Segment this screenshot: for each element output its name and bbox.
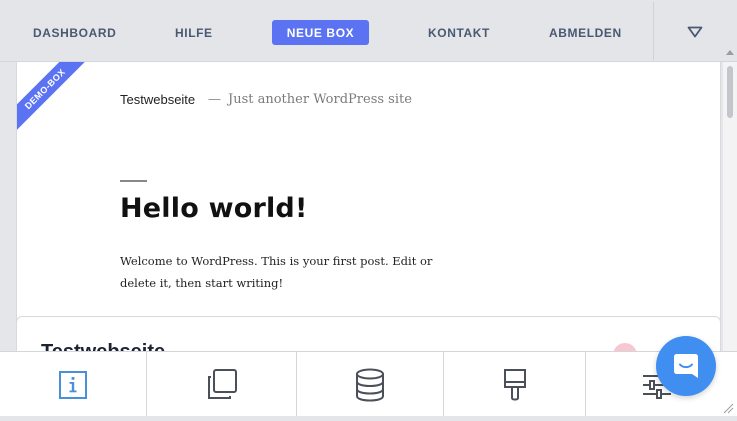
- nav-abmelden[interactable]: ABMELDEN: [549, 26, 622, 40]
- post-title[interactable]: Hello world!: [120, 193, 307, 224]
- scrollbar-thumb[interactable]: [727, 66, 733, 118]
- site-separator: —: [208, 92, 221, 107]
- scroll-up-arrow-icon[interactable]: [726, 50, 734, 55]
- tool-design-button[interactable]: [444, 352, 586, 417]
- resize-grip-icon[interactable]: [722, 402, 734, 414]
- nav-dropdown-toggle[interactable]: [682, 22, 708, 42]
- paint-brush-icon: [503, 368, 526, 400]
- new-box-button[interactable]: NEUE BOX: [272, 20, 369, 45]
- nav-dashboard[interactable]: DASHBOARD: [33, 26, 116, 40]
- bottom-edge: [0, 416, 737, 421]
- nav-divider: [653, 2, 654, 60]
- post-body: Welcome to WordPress. This is your first…: [120, 254, 433, 290]
- site-title[interactable]: Testwebseite: [120, 92, 195, 107]
- copy-icon: [207, 368, 237, 399]
- tool-info-button[interactable]: [0, 352, 147, 417]
- demo-ribbon-label: DEMO-BOX: [17, 62, 87, 131]
- top-navigation: DASHBOARD HILFE NEUE BOX KONTAKT ABMELDE…: [0, 0, 737, 62]
- triangle-down-icon: [687, 26, 703, 38]
- bottom-toolbar: [0, 351, 737, 417]
- nav-kontakt[interactable]: KONTAKT: [428, 26, 490, 40]
- tool-copy-button[interactable]: [147, 352, 297, 417]
- demo-ribbon: DEMO-BOX: [17, 62, 87, 132]
- website-preview: DEMO-BOX Testwebseite — Just another Wor…: [16, 62, 721, 351]
- post-divider: [120, 180, 147, 182]
- tool-database-button[interactable]: [297, 352, 444, 417]
- database-icon: [356, 368, 384, 402]
- chat-icon: [674, 354, 698, 378]
- nav-hilfe[interactable]: HILFE: [175, 26, 213, 40]
- site-tagline: Just another WordPress site: [228, 92, 412, 107]
- info-icon: [59, 370, 87, 399]
- chat-launcher-button[interactable]: [656, 336, 716, 396]
